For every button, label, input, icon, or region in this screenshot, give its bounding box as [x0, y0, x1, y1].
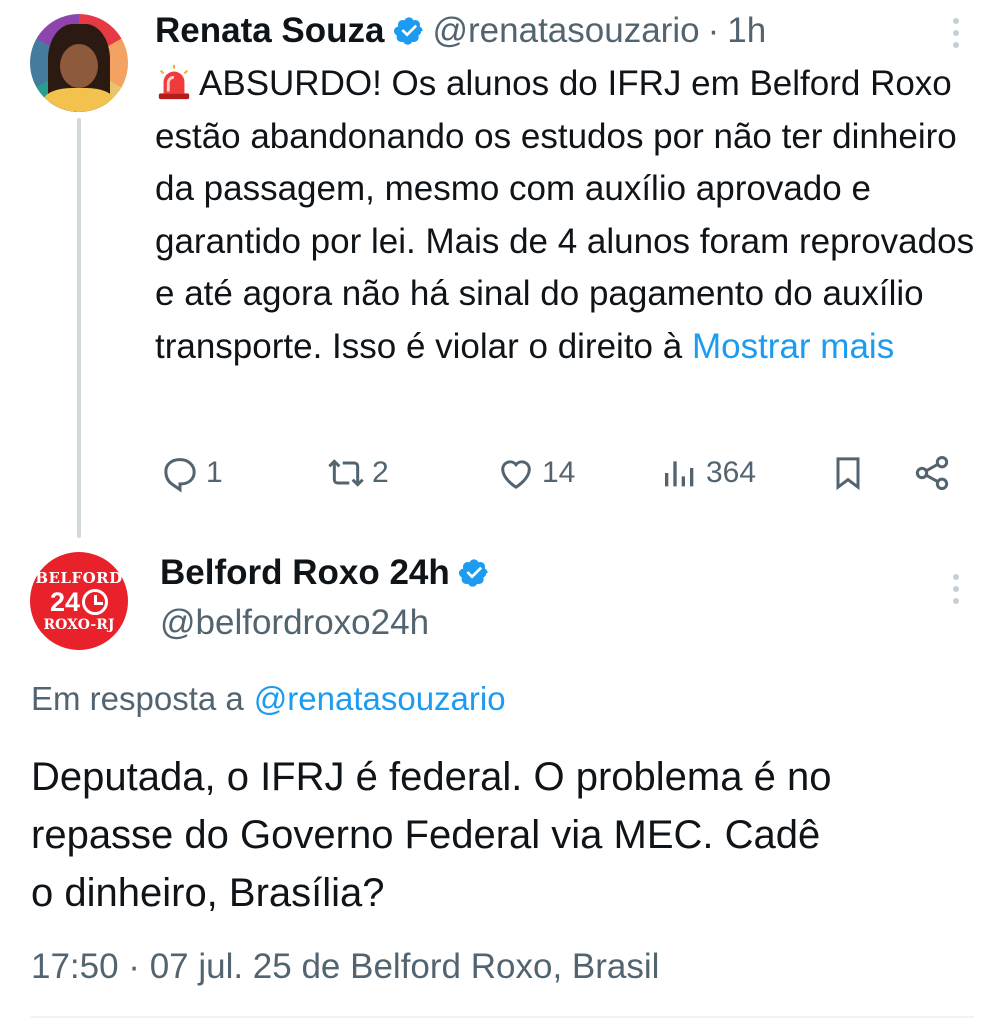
author-handle[interactable]: @belfordroxo24h [160, 600, 429, 646]
tweet2-more-options-icon[interactable] [953, 574, 959, 604]
like-button[interactable]: 14 [496, 448, 575, 498]
repost-button[interactable]: 2 [326, 448, 389, 498]
tweet2-text: Deputada, o IFRJ é federal. O problema é… [31, 748, 981, 922]
tweet1-more-options-icon[interactable] [953, 18, 959, 48]
avatar-logo-number: 24 [49, 587, 81, 617]
thread-connector-line [77, 118, 81, 538]
reply-icon [164, 458, 196, 493]
clock-icon [82, 589, 109, 615]
reply-count: 1 [206, 456, 223, 489]
bookmark-icon [836, 457, 860, 491]
share-icon [915, 456, 949, 490]
show-more-link[interactable]: Mostrar mais [692, 327, 894, 366]
bookmark-button[interactable] [828, 448, 868, 498]
reply-context: Em resposta a @renatasouzario [31, 676, 506, 722]
tweet2-text-line: Deputada, o IFRJ é federal. O problema é… [31, 755, 832, 799]
repost-count: 2 [372, 456, 389, 489]
tweet2-text-line: o dinheiro, Brasília? [31, 871, 385, 915]
avatar-logo-line2: 24 [49, 587, 109, 617]
divider [31, 1016, 974, 1018]
heart-icon [501, 460, 531, 489]
avatar-face [60, 44, 98, 88]
author-name[interactable]: Renata Souza [155, 11, 385, 51]
repost-icon [328, 459, 364, 487]
header-separator: · [707, 11, 720, 50]
view-count: 364 [706, 456, 757, 489]
author-handle[interactable]: @renatasouzario [433, 11, 700, 51]
tweet2-header: Belford Roxo 24h [160, 550, 498, 596]
tweet-time[interactable]: 1h [727, 11, 766, 51]
views-chart-icon [665, 461, 694, 487]
tweet1-text: ABSURDO! Os alunos do IFRJ em Belford Ro… [155, 58, 975, 373]
avatar-logo-line1: BELFORD [35, 569, 123, 587]
avatar-shirt [44, 88, 114, 112]
tweet2-text-line: repasse do Governo Federal via MEC. Cadê [31, 813, 821, 857]
siren-emoji-icon [158, 64, 190, 100]
author-name[interactable]: Belford Roxo 24h [160, 553, 450, 593]
views-button[interactable]: 364 [660, 448, 756, 498]
tweet2-timestamp[interactable]: 17:50 · 07 jul. 25 de Belford Roxo, Bras… [31, 944, 659, 990]
verified-badge-icon [458, 559, 488, 587]
avatar-renata-souza[interactable] [30, 14, 128, 112]
reply-handle-link[interactable]: @renatasouzario [254, 680, 506, 718]
share-button[interactable] [912, 448, 952, 498]
tweet1-text-content: ABSURDO! Os alunos do IFRJ em Belford Ro… [155, 64, 975, 366]
avatar-belford-roxo-24h[interactable]: BELFORD 24 ROXO-RJ [30, 552, 128, 650]
reply-button[interactable]: 1 [160, 448, 223, 498]
avatar-logo-line3: ROXO-RJ [43, 617, 115, 633]
reply-prefix: Em resposta a [31, 680, 244, 717]
verified-badge-icon [393, 17, 423, 45]
tweet1-action-bar: 1 2 14 364 [160, 448, 960, 498]
like-count: 14 [542, 456, 576, 489]
tweet1-header: Renata Souza @renatasouzario · 1h [155, 8, 766, 54]
